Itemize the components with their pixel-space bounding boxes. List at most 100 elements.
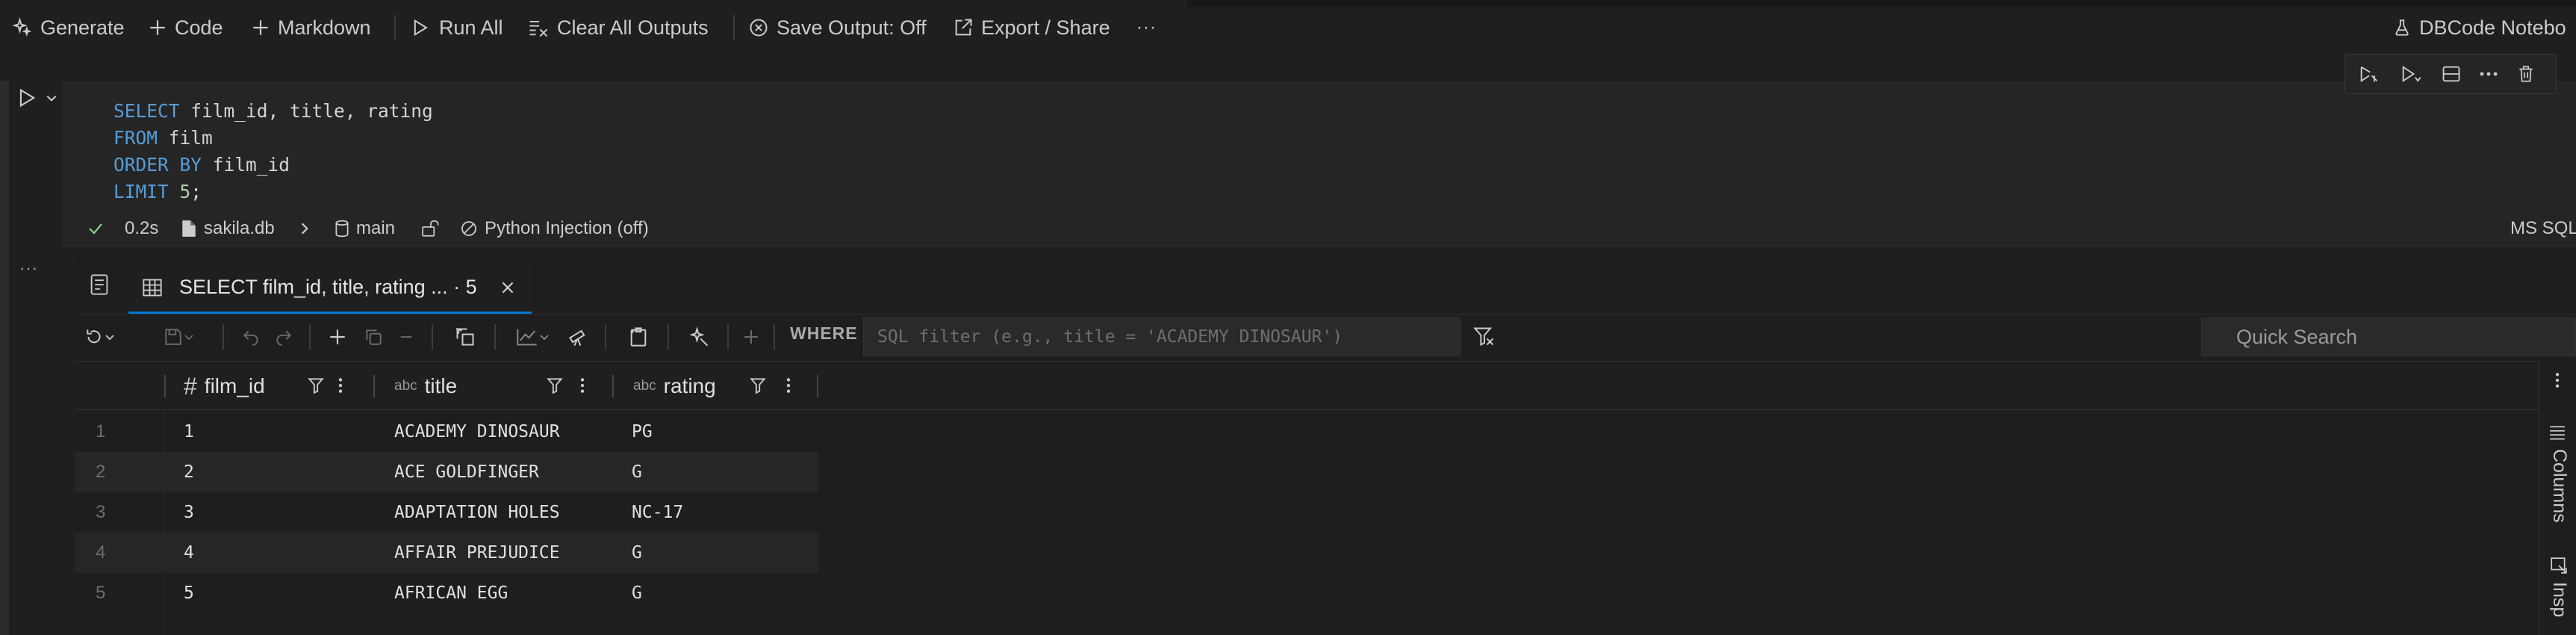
column-header-rating[interactable]: abc rating — [633, 362, 716, 411]
column-header-title[interactable]: abc title — [394, 362, 457, 411]
cell-film-id[interactable]: 5 — [184, 573, 194, 613]
run-below-button[interactable] — [2394, 57, 2428, 91]
sql-text: film_id — [202, 154, 290, 176]
toolbar-more-button[interactable]: ··· — [1136, 10, 1157, 45]
code-line-4[interactable]: LIMIT 5; — [113, 181, 202, 202]
filter-icon[interactable] — [308, 377, 324, 394]
chart-button[interactable] — [509, 321, 557, 353]
add-code-cell-button[interactable]: Code — [148, 10, 223, 45]
kernel-picker[interactable]: DBCode Notebo — [2392, 10, 2566, 45]
clear-all-outputs-button[interactable]: Clear All Outputs — [527, 10, 709, 45]
sql-filter-input[interactable] — [863, 318, 1460, 356]
cell-title[interactable]: AFFAIR PREJUDICE — [394, 533, 560, 573]
code-line-3[interactable]: ORDER BY film_id — [113, 154, 290, 176]
cell-rating[interactable]: PG — [632, 412, 653, 452]
table-row[interactable]: 4 4 AFFAIR PREJUDICE G — [75, 533, 818, 573]
run-all-button[interactable]: Run All — [411, 10, 503, 45]
save-changes-button[interactable] — [157, 321, 202, 353]
row-number: 2 — [96, 462, 106, 482]
columns-panel-label[interactable]: Columns — [2548, 449, 2570, 523]
result-grid: # film_id abc title abc rating 1 1 ACADE… — [75, 361, 2539, 635]
columns-panel-tab[interactable] — [2548, 425, 2566, 442]
refresh-button[interactable] — [78, 321, 122, 353]
split-cell-button[interactable] — [2434, 57, 2468, 91]
cell-title[interactable]: ACE GOLDFINGER — [394, 452, 539, 492]
column-menu-icon[interactable] — [337, 377, 343, 394]
connection-lock[interactable] — [421, 215, 441, 242]
split-cell-icon — [2441, 64, 2462, 84]
column-menu-icon[interactable] — [785, 377, 791, 394]
column-menu-icon[interactable] — [579, 377, 585, 394]
table-row[interactable]: 1 1 ACADEMY DINOSAUR PG — [75, 412, 818, 452]
delete-cell-button[interactable] — [2509, 57, 2543, 91]
cell-rating[interactable]: G — [632, 452, 642, 492]
column-resizer[interactable] — [164, 375, 166, 397]
cell-title[interactable]: ADAPTATION HOLES — [394, 492, 560, 533]
column-resizer[interactable] — [612, 375, 614, 397]
markdown-label: Markdown — [278, 16, 371, 39]
column-name: rating — [663, 374, 716, 397]
column-resizer[interactable] — [373, 375, 375, 397]
cell-film-id[interactable]: 3 — [184, 492, 194, 533]
grid-toolbar-separator — [774, 324, 775, 350]
table-row[interactable]: 5 5 AFRICAN EGG G — [75, 573, 818, 613]
inspect-panel-label[interactable]: Insp — [2548, 582, 2570, 617]
redo-button[interactable] — [269, 321, 299, 353]
clear-filter-button[interactable] — [1468, 321, 1501, 353]
side-panel-more-icon[interactable] — [2554, 371, 2560, 389]
add-markdown-cell-button[interactable]: Markdown — [251, 10, 371, 45]
text-view-tab[interactable] — [90, 273, 109, 296]
table-row[interactable]: 3 3 ADAPTATION HOLES NC-17 — [75, 492, 818, 533]
sql-text: ; — [190, 181, 202, 202]
cell-title[interactable]: AFRICAN EGG — [394, 573, 508, 613]
table-row[interactable]: 2 2 ACE GOLDFINGER G — [75, 452, 818, 492]
run-cell-control[interactable] — [16, 87, 58, 109]
generate-label: Generate — [40, 16, 125, 39]
chevron-down-icon[interactable] — [45, 91, 58, 105]
database-picker[interactable]: sakila.db — [181, 215, 275, 242]
cell-more-button[interactable] — [2471, 57, 2506, 91]
add-row-button[interactable] — [323, 321, 352, 353]
cell-rating[interactable]: NC-17 — [632, 492, 683, 533]
transpose-button[interactable] — [447, 321, 484, 353]
cell-language-picker[interactable]: MS SQL — [2510, 215, 2576, 242]
undo-button[interactable] — [236, 321, 266, 353]
cell-film-id[interactable]: 1 — [184, 412, 194, 452]
paste-clipboard-button[interactable] — [620, 321, 657, 353]
filter-icon[interactable] — [750, 377, 766, 394]
column-name: film_id — [204, 374, 265, 397]
document-icon — [90, 273, 109, 296]
export-share-button[interactable]: Export / Share — [953, 10, 1110, 45]
ai-assist-button[interactable] — [681, 321, 718, 353]
row-number: 5 — [96, 583, 106, 603]
close-icon[interactable] — [500, 279, 516, 296]
filter-icon[interactable] — [547, 377, 563, 394]
code-line-1[interactable]: SELECT film_id, title, rating — [113, 100, 433, 122]
play-icon[interactable] — [16, 87, 37, 109]
trash-icon — [2516, 64, 2536, 84]
cell-title[interactable]: ACADEMY DINOSAUR — [394, 412, 560, 452]
quick-search-input[interactable] — [2201, 318, 2576, 356]
run-above-icon — [2358, 64, 2380, 84]
result-tab-active[interactable]: SELECT film_id, title, rating ... · 5 — [128, 263, 532, 314]
generate-button[interactable]: Generate — [12, 10, 125, 45]
cell-rating[interactable]: G — [632, 573, 642, 613]
python-injection-toggle[interactable]: Python Injection (off) — [460, 215, 649, 242]
cell-rating[interactable]: G — [632, 533, 642, 573]
duplicate-row-button[interactable] — [358, 321, 388, 353]
explore-button[interactable] — [561, 321, 594, 353]
grid-header-row: # film_id abc title abc rating — [75, 361, 2539, 410]
save-output-toggle[interactable]: Save Output: Off — [748, 10, 927, 45]
code-line-2[interactable]: FROM film — [113, 127, 213, 149]
inspect-panel-tab[interactable] — [2550, 557, 2568, 574]
column-header-film-id[interactable]: # film_id — [184, 362, 265, 411]
delete-row-button[interactable] — [391, 321, 421, 353]
run-above-button[interactable] — [2352, 57, 2386, 91]
cell-film-id[interactable]: 4 — [184, 533, 194, 573]
column-resizer[interactable] — [817, 375, 818, 397]
add-filter-button[interactable] — [736, 321, 766, 353]
output-more-button[interactable]: ··· — [19, 258, 38, 278]
schema-picker[interactable]: main — [335, 215, 395, 242]
cell-film-id[interactable]: 2 — [184, 452, 194, 492]
